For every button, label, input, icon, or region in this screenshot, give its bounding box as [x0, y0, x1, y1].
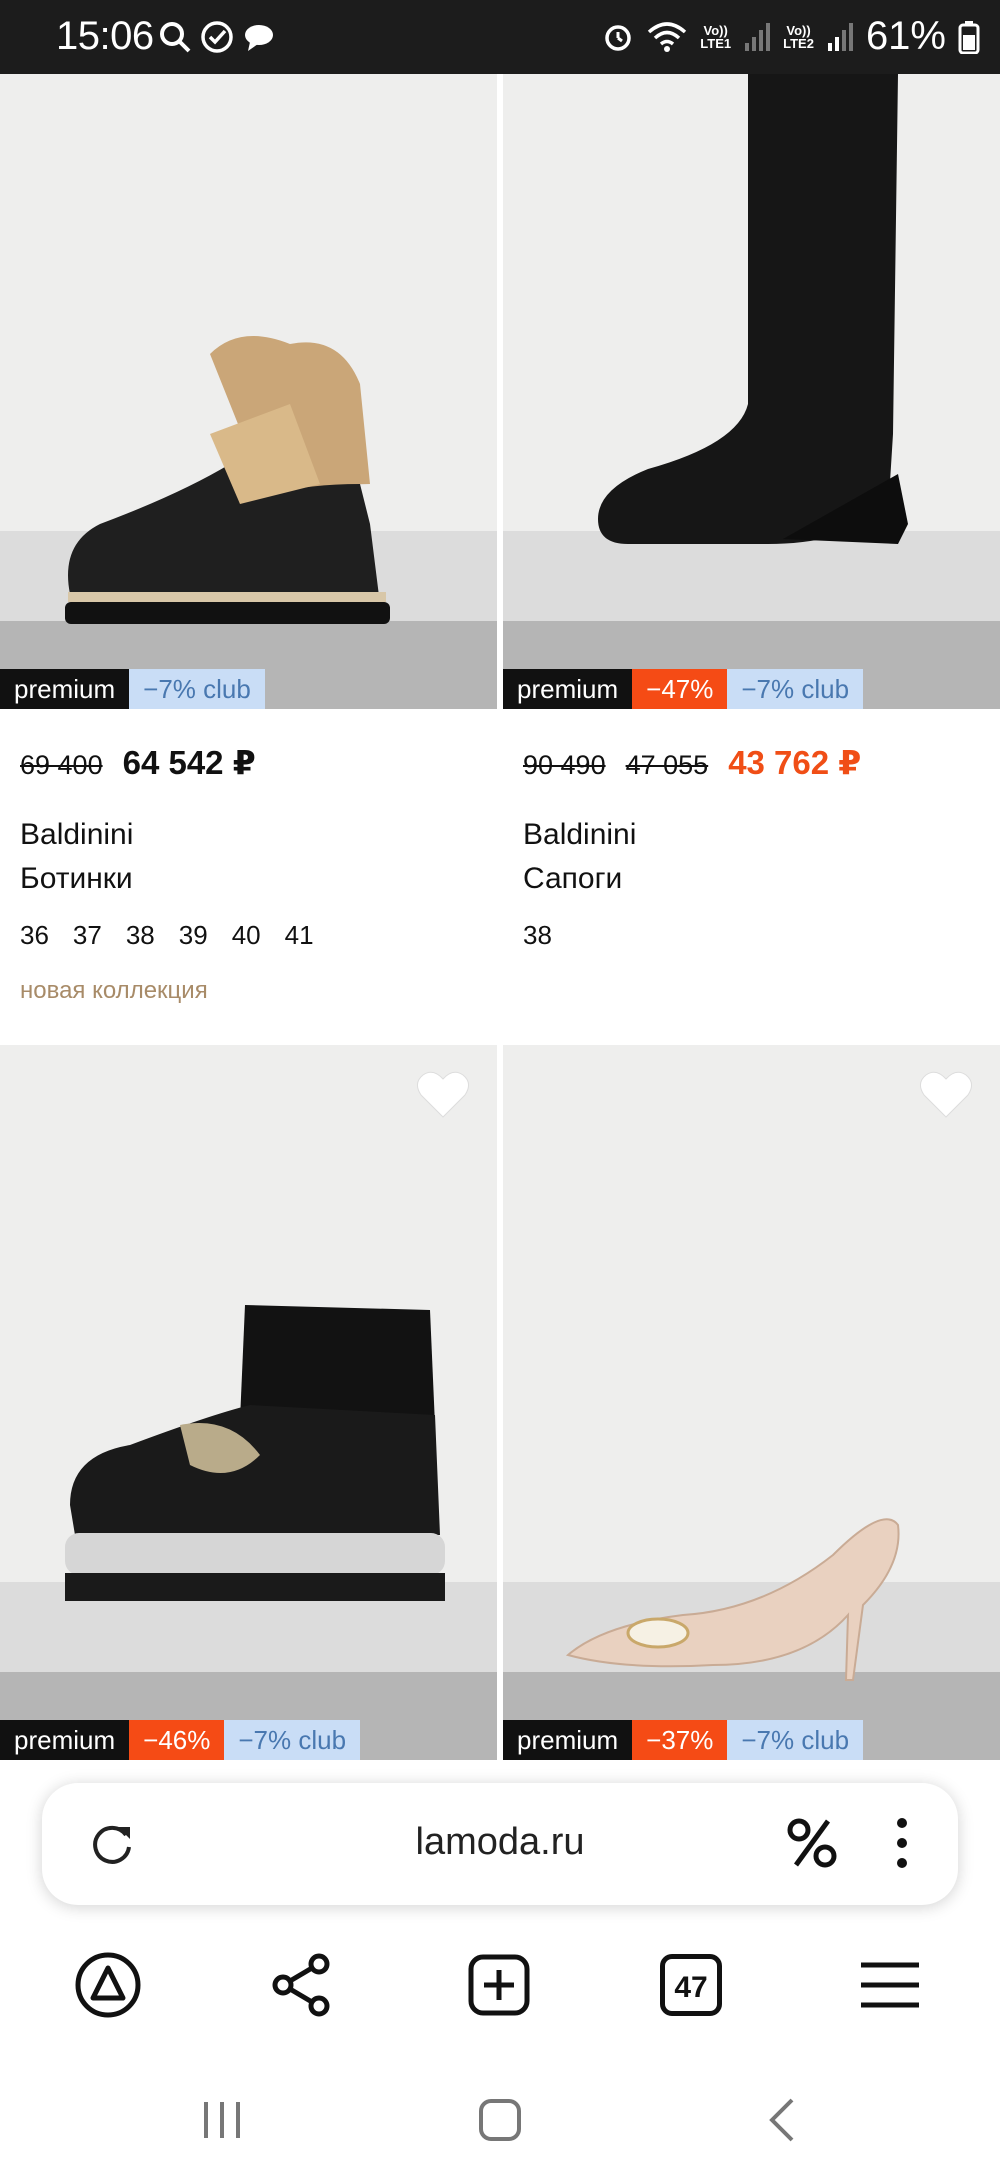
club-discount-badge: −7% club	[727, 669, 864, 709]
sale-badge: −47%	[632, 669, 728, 709]
product-photo[interactable]: premium −47% −7% club	[503, 74, 1000, 709]
hamburger-menu-icon[interactable]	[855, 1950, 925, 2020]
battery-icon	[958, 20, 980, 54]
premium-badge: premium	[0, 669, 130, 709]
product-badges: premium −7% club	[0, 669, 265, 709]
product-photo[interactable]: premium −7% club	[0, 74, 497, 709]
product-badges: premium −47% −7% club	[503, 669, 864, 709]
size-option: 36	[20, 920, 49, 950]
favorite-heart-icon[interactable]	[415, 1069, 471, 1121]
product-info: 69 400 64 542 ₽ Baldinini Ботинки 36 37 …	[0, 743, 497, 1005]
sale-badge: −46%	[129, 1720, 225, 1760]
product-card[interactable]: premium −46% −7% club	[0, 1045, 497, 1760]
battery-percent: 61%	[865, 14, 946, 58]
sim2-network: Vo)) LTE2	[783, 22, 814, 51]
old-price-2: 47 055	[625, 750, 709, 780]
premium-badge: premium	[503, 1720, 633, 1760]
old-price: 90 490	[523, 750, 606, 780]
collection-tag: новая коллекция	[20, 977, 208, 1004]
new-tab-icon[interactable]	[464, 1950, 534, 2020]
club-discount-badge: −7% club	[224, 1720, 361, 1760]
product-image-platform-boot	[65, 1305, 445, 1601]
current-price: 43 762 ₽	[728, 744, 862, 781]
product-card[interactable]: premium −47% −7% club 90 490 47 055 43 7…	[503, 74, 1000, 951]
status-notification-icons	[158, 20, 276, 54]
size-option: 41	[284, 920, 314, 950]
product-badges: premium −46% −7% club	[0, 1720, 361, 1760]
sale-badge: −37%	[632, 1720, 728, 1760]
browser-address-bar[interactable]: lamoda.ru	[42, 1783, 958, 1905]
sim1-network: Vo)) LTE1	[700, 22, 732, 51]
product-type: Ботинки	[20, 862, 133, 895]
discount-percent-icon[interactable]	[782, 1813, 842, 1873]
club-discount-badge: −7% club	[727, 1720, 864, 1760]
home-icon[interactable]	[470, 2090, 530, 2150]
size-list: 38	[523, 920, 980, 951]
size-option: 39	[178, 920, 208, 950]
browser-toolbar: 47	[0, 1940, 1000, 2040]
back-icon[interactable]	[752, 2090, 812, 2150]
status-time: 15:06	[56, 14, 154, 58]
check-circle-icon	[201, 21, 233, 53]
status-bar: 15:06 Vo)) LTE1 Vo)) LTE2 61%	[0, 0, 1000, 74]
product-type: Сапоги	[523, 862, 623, 895]
product-image-knee-boot	[598, 74, 908, 544]
size-option: 37	[72, 920, 102, 950]
share-icon[interactable]	[267, 1950, 337, 2020]
premium-badge: premium	[0, 1720, 130, 1760]
product-card[interactable]: premium −37% −7% club	[503, 1045, 1000, 1760]
status-system-icons: Vo)) LTE1 Vo)) LTE2 61%	[602, 14, 980, 59]
alarm-icon	[605, 24, 632, 51]
signal-icon	[745, 22, 771, 51]
recent-apps-icon[interactable]	[192, 2090, 252, 2150]
product-badges: premium −37% −7% club	[503, 1720, 864, 1760]
current-price: 64 542 ₽	[122, 744, 256, 781]
favorite-heart-icon[interactable]	[918, 1069, 974, 1121]
more-menu-icon[interactable]	[872, 1813, 932, 1873]
premium-badge: premium	[503, 669, 633, 709]
product-image-pump	[565, 1518, 900, 1681]
tabs-counter-button[interactable]: 47	[660, 1954, 722, 2016]
signal-icon	[827, 22, 853, 51]
size-option: 40	[231, 920, 261, 950]
product-photo[interactable]: premium −37% −7% club	[503, 1045, 1000, 1760]
product-card[interactable]: premium −7% club 69 400 64 542 ₽ Baldini…	[0, 74, 497, 1005]
product-info: 90 490 47 055 43 762 ₽ Baldinini Сапоги …	[503, 743, 1000, 951]
size-list: 36 37 38 39 40 41	[20, 920, 477, 951]
size-option: 38	[523, 920, 552, 950]
size-option: 38	[125, 920, 155, 950]
product-photo[interactable]: premium −46% −7% club	[0, 1045, 497, 1760]
alice-assistant-icon[interactable]	[73, 1950, 143, 2020]
system-navigation-bar	[0, 2070, 1000, 2167]
price-row: 90 490 47 055 43 762 ₽	[523, 743, 980, 782]
search-icon	[160, 22, 191, 53]
wifi-icon	[648, 21, 687, 52]
old-price: 69 400	[20, 750, 103, 780]
club-discount-badge: −7% club	[129, 669, 265, 709]
product-brand: Baldinini	[20, 818, 134, 851]
price-row: 69 400 64 542 ₽	[20, 743, 477, 782]
product-image-ankle-boot	[65, 336, 390, 624]
product-brand: Baldinini	[523, 818, 637, 851]
chat-icon	[245, 25, 273, 51]
